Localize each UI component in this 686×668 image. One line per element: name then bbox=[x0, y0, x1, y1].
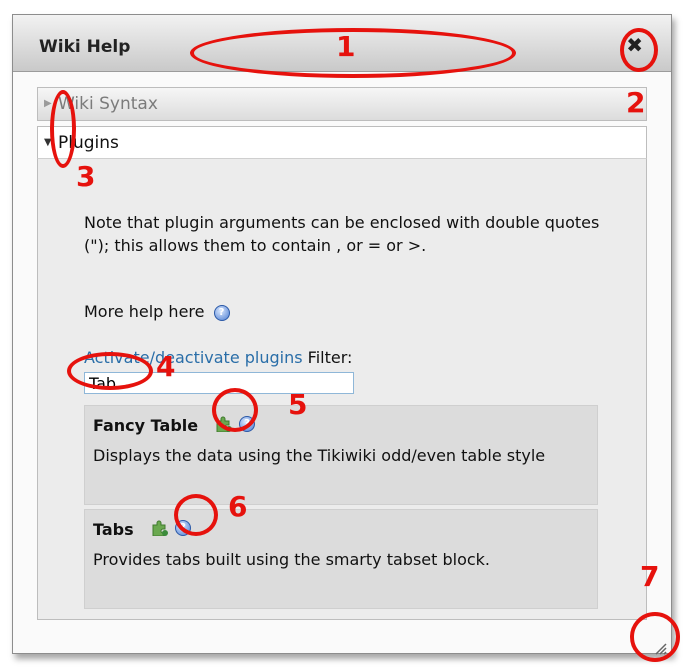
plugin-name: Tabs bbox=[93, 520, 134, 539]
annotation-ring-plugin-icon bbox=[212, 388, 258, 432]
help-icon[interactable]: ? bbox=[213, 304, 230, 321]
plugin-card-tabs: Tabs ? Provides tabs built using the sma… bbox=[84, 509, 598, 609]
annotation-number: 2 bbox=[626, 86, 646, 119]
dialog-title: Wiki Help bbox=[39, 37, 131, 57]
annotation-number: 1 bbox=[336, 30, 356, 63]
plugin-name: Fancy Table bbox=[93, 416, 199, 435]
plugins-panel: Note that plugin arguments can be enclos… bbox=[37, 158, 647, 620]
wiki-help-dialog: Wiki Help ✖ ▶ Wiki Syntax ▼ Plugins Note… bbox=[12, 14, 672, 655]
plugin-description: Displays the data using the Tikiwiki odd… bbox=[93, 446, 546, 465]
puzzle-icon[interactable] bbox=[151, 520, 169, 536]
plugin-card-fancy-table: Fancy Table ? Displays the data using th… bbox=[84, 405, 598, 505]
accordion-header-plugins[interactable]: ▼ Plugins bbox=[37, 126, 647, 159]
annotation-ring-filter bbox=[67, 352, 153, 390]
annotation-number: 6 bbox=[228, 490, 248, 523]
more-help-label: More help here bbox=[84, 302, 205, 321]
plugin-arguments-note: Note that plugin arguments can be enclos… bbox=[84, 213, 600, 255]
annotation-ring-arrows bbox=[50, 90, 76, 168]
accordion-header-wiki-syntax[interactable]: ▶ Wiki Syntax bbox=[37, 87, 647, 121]
plugin-description: Provides tabs built using the smarty tab… bbox=[93, 550, 491, 569]
more-help-row: More help here ? bbox=[84, 302, 230, 321]
chevron-right-icon: ▶ bbox=[44, 98, 52, 109]
annotation-number: 7 bbox=[640, 560, 660, 593]
annotation-ring-help-icon bbox=[174, 494, 218, 536]
annotation-number: 4 bbox=[156, 350, 176, 383]
annotation-number: 3 bbox=[76, 160, 96, 193]
annotation-ring-close bbox=[620, 28, 658, 72]
filter-label: Filter: bbox=[307, 348, 353, 367]
annotation-ring-resize bbox=[630, 612, 680, 662]
annotation-number: 5 bbox=[288, 388, 308, 421]
